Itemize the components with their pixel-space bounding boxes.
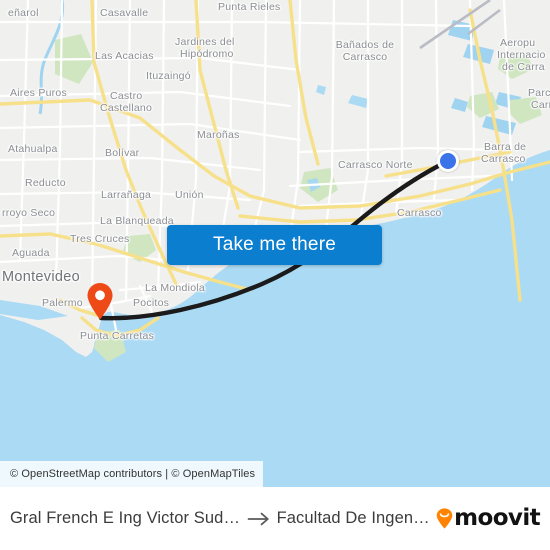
map-attribution: © OpenStreetMap contributors | © OpenMap… [0, 461, 264, 487]
route-summary: Gral French E Ing Victor Sudr… Facultad … [10, 509, 430, 528]
map-canvas[interactable]: eñarol Casavalle Punta Rieles Bañados de Car… [0, 0, 550, 487]
moovit-pin-icon [436, 508, 453, 529]
moovit-logo[interactable]: moovit [436, 505, 541, 531]
moovit-route-widget: eñarol Casavalle Punta Rieles Bañados de Car… [0, 0, 550, 550]
origin-dot[interactable] [437, 150, 459, 172]
route-origin-label: Gral French E Ing Victor Sudr… [10, 509, 241, 527]
take-me-there-button[interactable]: Take me there [167, 225, 382, 265]
moovit-wordmark: moovit [454, 505, 540, 531]
arrow-right-icon [247, 512, 269, 525]
route-destination-label: Facultad De Ingeni… [276, 509, 431, 527]
attribution-text: © OpenStreetMap contributors | © OpenMap… [10, 468, 256, 480]
route-footer: Gral French E Ing Victor Sudr… Facultad … [0, 487, 550, 550]
